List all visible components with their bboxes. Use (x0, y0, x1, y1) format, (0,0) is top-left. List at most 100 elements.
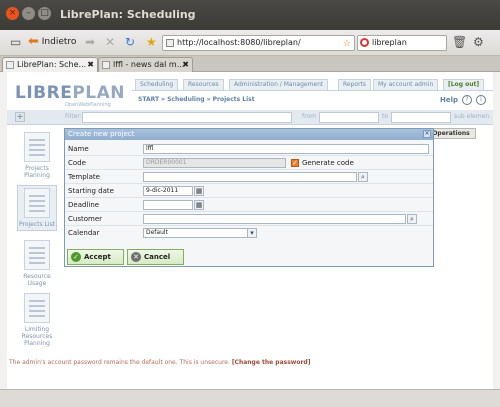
filter-input[interactable] (82, 112, 292, 123)
code-row: Code ORDER00001 ✓ Generate code (65, 156, 433, 170)
to-date-input[interactable] (391, 112, 451, 123)
check-icon: ✓ (71, 252, 81, 262)
menu-resources[interactable]: Resources (183, 79, 224, 90)
bookmark-star-icon[interactable]: ☆ (343, 37, 351, 51)
add-project-icon[interactable]: + (15, 112, 25, 122)
back-arrow-icon: ⬅ (28, 34, 39, 49)
calendar-icon[interactable]: ▦ (194, 200, 204, 210)
deadline-input[interactable] (143, 200, 193, 210)
warning-text: The admin's account password remains the… (9, 359, 230, 366)
help-link[interactable]: Help (440, 96, 458, 104)
trash-icon[interactable]: 🗑 (452, 35, 467, 49)
customer-row: Customer ⌕ (65, 212, 433, 226)
question-icon[interactable]: ? (462, 95, 472, 105)
settings-icon[interactable]: ⚙ (473, 35, 484, 49)
back-label: Indietro (41, 37, 77, 47)
search-icon[interactable]: ⌕ (407, 214, 417, 224)
page-favicon-icon (166, 39, 174, 47)
list-icon (24, 188, 50, 218)
reload-icon[interactable]: ↻ (125, 35, 135, 49)
window-maximize-button[interactable]: □ (38, 7, 51, 20)
calendar-select[interactable]: Default (143, 228, 248, 238)
menu-scheduling[interactable]: Scheduling (135, 79, 179, 90)
password-warning: The admin's account password remains the… (9, 359, 310, 366)
info-icon[interactable]: i (476, 95, 486, 105)
customer-input[interactable] (143, 214, 406, 224)
url-field[interactable]: http://localhost:8080/libreplan/ ☆ (162, 35, 355, 51)
tab-close-icon[interactable]: ✖ (182, 58, 189, 71)
logout-link[interactable]: [Log out] (443, 79, 485, 90)
window-close-button[interactable]: × (6, 7, 19, 20)
cancel-label: Cancel (144, 253, 171, 261)
menu-reports[interactable]: Reports (338, 79, 372, 90)
create-project-dialog: Create new project ✕ Name lffl Code ORDE… (64, 128, 434, 267)
back-button[interactable]: ⬅ Indietro (28, 35, 76, 49)
window-minimize-button[interactable]: – (22, 7, 35, 20)
resource-usage-icon (24, 240, 50, 270)
deadline-label: Deadline (68, 201, 100, 209)
search-text: libreplan (372, 38, 407, 47)
starting-date-label: Starting date (68, 187, 114, 195)
code-input[interactable]: ORDER00001 (143, 158, 286, 168)
from-date-input[interactable] (319, 112, 379, 123)
customer-label: Customer (68, 215, 103, 223)
gantt-icon (24, 132, 50, 162)
template-input[interactable] (143, 172, 357, 182)
menu-administration[interactable]: Administration / Management (229, 79, 329, 90)
forward-icon[interactable]: ➡ (85, 35, 95, 49)
sidebar-label: Projects List (18, 221, 56, 228)
home-icon[interactable]: ★ (146, 35, 157, 49)
accept-label: Accept (84, 253, 111, 261)
calendar-row: Calendar Default ▾ (65, 226, 433, 240)
code-label: Code (68, 159, 86, 167)
starting-date-row: Starting date 9-dic-2011 ▦ (65, 184, 433, 198)
stop-icon[interactable]: ✕ (105, 35, 115, 49)
search-engine-icon (360, 38, 369, 47)
accept-button[interactable]: ✓ Accept (67, 249, 124, 265)
dialog-close-icon[interactable]: ✕ (423, 130, 431, 138)
sidebar-label: Projects Planning (24, 165, 50, 179)
change-password-link[interactable]: [Change the password] (232, 359, 311, 366)
cancel-icon: ✕ (131, 252, 141, 262)
menu-my-account[interactable]: My account admin (373, 79, 439, 90)
browser-tab-libreplan[interactable]: LibrePlan: Sche... ✖ (2, 57, 98, 72)
starting-date-input[interactable]: 9-dic-2011 (143, 186, 193, 196)
url-text: http://localhost:8080/libreplan/ (177, 38, 301, 47)
browser-statusbar (0, 389, 500, 407)
sidebar-item-limiting-resources[interactable]: Limiting Resources Planning (17, 293, 57, 347)
browser-tab-lffl[interactable]: lffl - news dal m... ✖ (98, 57, 193, 72)
generate-code-checkbox[interactable]: ✓ (291, 159, 299, 167)
sidebar-item-projects-planning[interactable]: Projects Planning (17, 132, 57, 179)
browser-toolbar: ▭ ⬅ Indietro ➡ ✕ ↻ ★ http://localhost:80… (0, 30, 500, 56)
tab-favicon-icon (102, 61, 110, 69)
sub-elements-label: sub elemen (454, 113, 490, 120)
sidebar-label: Resource Usage (23, 273, 51, 287)
sidebar-item-projects-list[interactable]: Projects List (17, 185, 57, 231)
browser-tab-strip: LibrePlan: Sche... ✖ lffl - news dal m..… (0, 56, 500, 72)
calendar-label: Calendar (68, 229, 100, 237)
dialog-title: Create new project (65, 129, 433, 140)
search-icon[interactable]: ⌕ (358, 172, 368, 182)
generate-code-label: Generate code (302, 159, 354, 167)
breadcrumb: START » Scheduling » Projects List (138, 96, 255, 103)
sidebar-item-resource-usage[interactable]: Resource Usage (17, 240, 57, 287)
name-label: Name (68, 145, 89, 153)
window-titlebar: × – □ LibrePlan: Scheduling (0, 0, 500, 30)
search-field[interactable]: libreplan (357, 35, 447, 51)
window-title: LibrePlan: Scheduling (60, 8, 196, 21)
name-row: Name lffl (65, 142, 433, 156)
calendar-icon[interactable]: ▦ (194, 186, 204, 196)
sidebar-label: Limiting Resources Planning (21, 326, 53, 347)
tab-close-icon[interactable]: ✖ (87, 58, 94, 71)
menu-divider (132, 90, 493, 91)
libreplan-logo: LIBREPLAN (15, 83, 126, 103)
name-input[interactable]: lffl (143, 144, 429, 154)
tab-label: lffl - news dal m... (113, 60, 185, 69)
chevron-down-icon[interactable]: ▾ (247, 228, 257, 238)
filter-label: Filter: (65, 113, 82, 120)
from-label: from (302, 113, 316, 120)
template-row: Template ⌕ (65, 170, 433, 184)
cancel-button[interactable]: ✕ Cancel (127, 249, 184, 265)
bookmarks-icon[interactable]: ▭ (10, 35, 21, 49)
tab-label: LibrePlan: Sche... (17, 60, 87, 69)
